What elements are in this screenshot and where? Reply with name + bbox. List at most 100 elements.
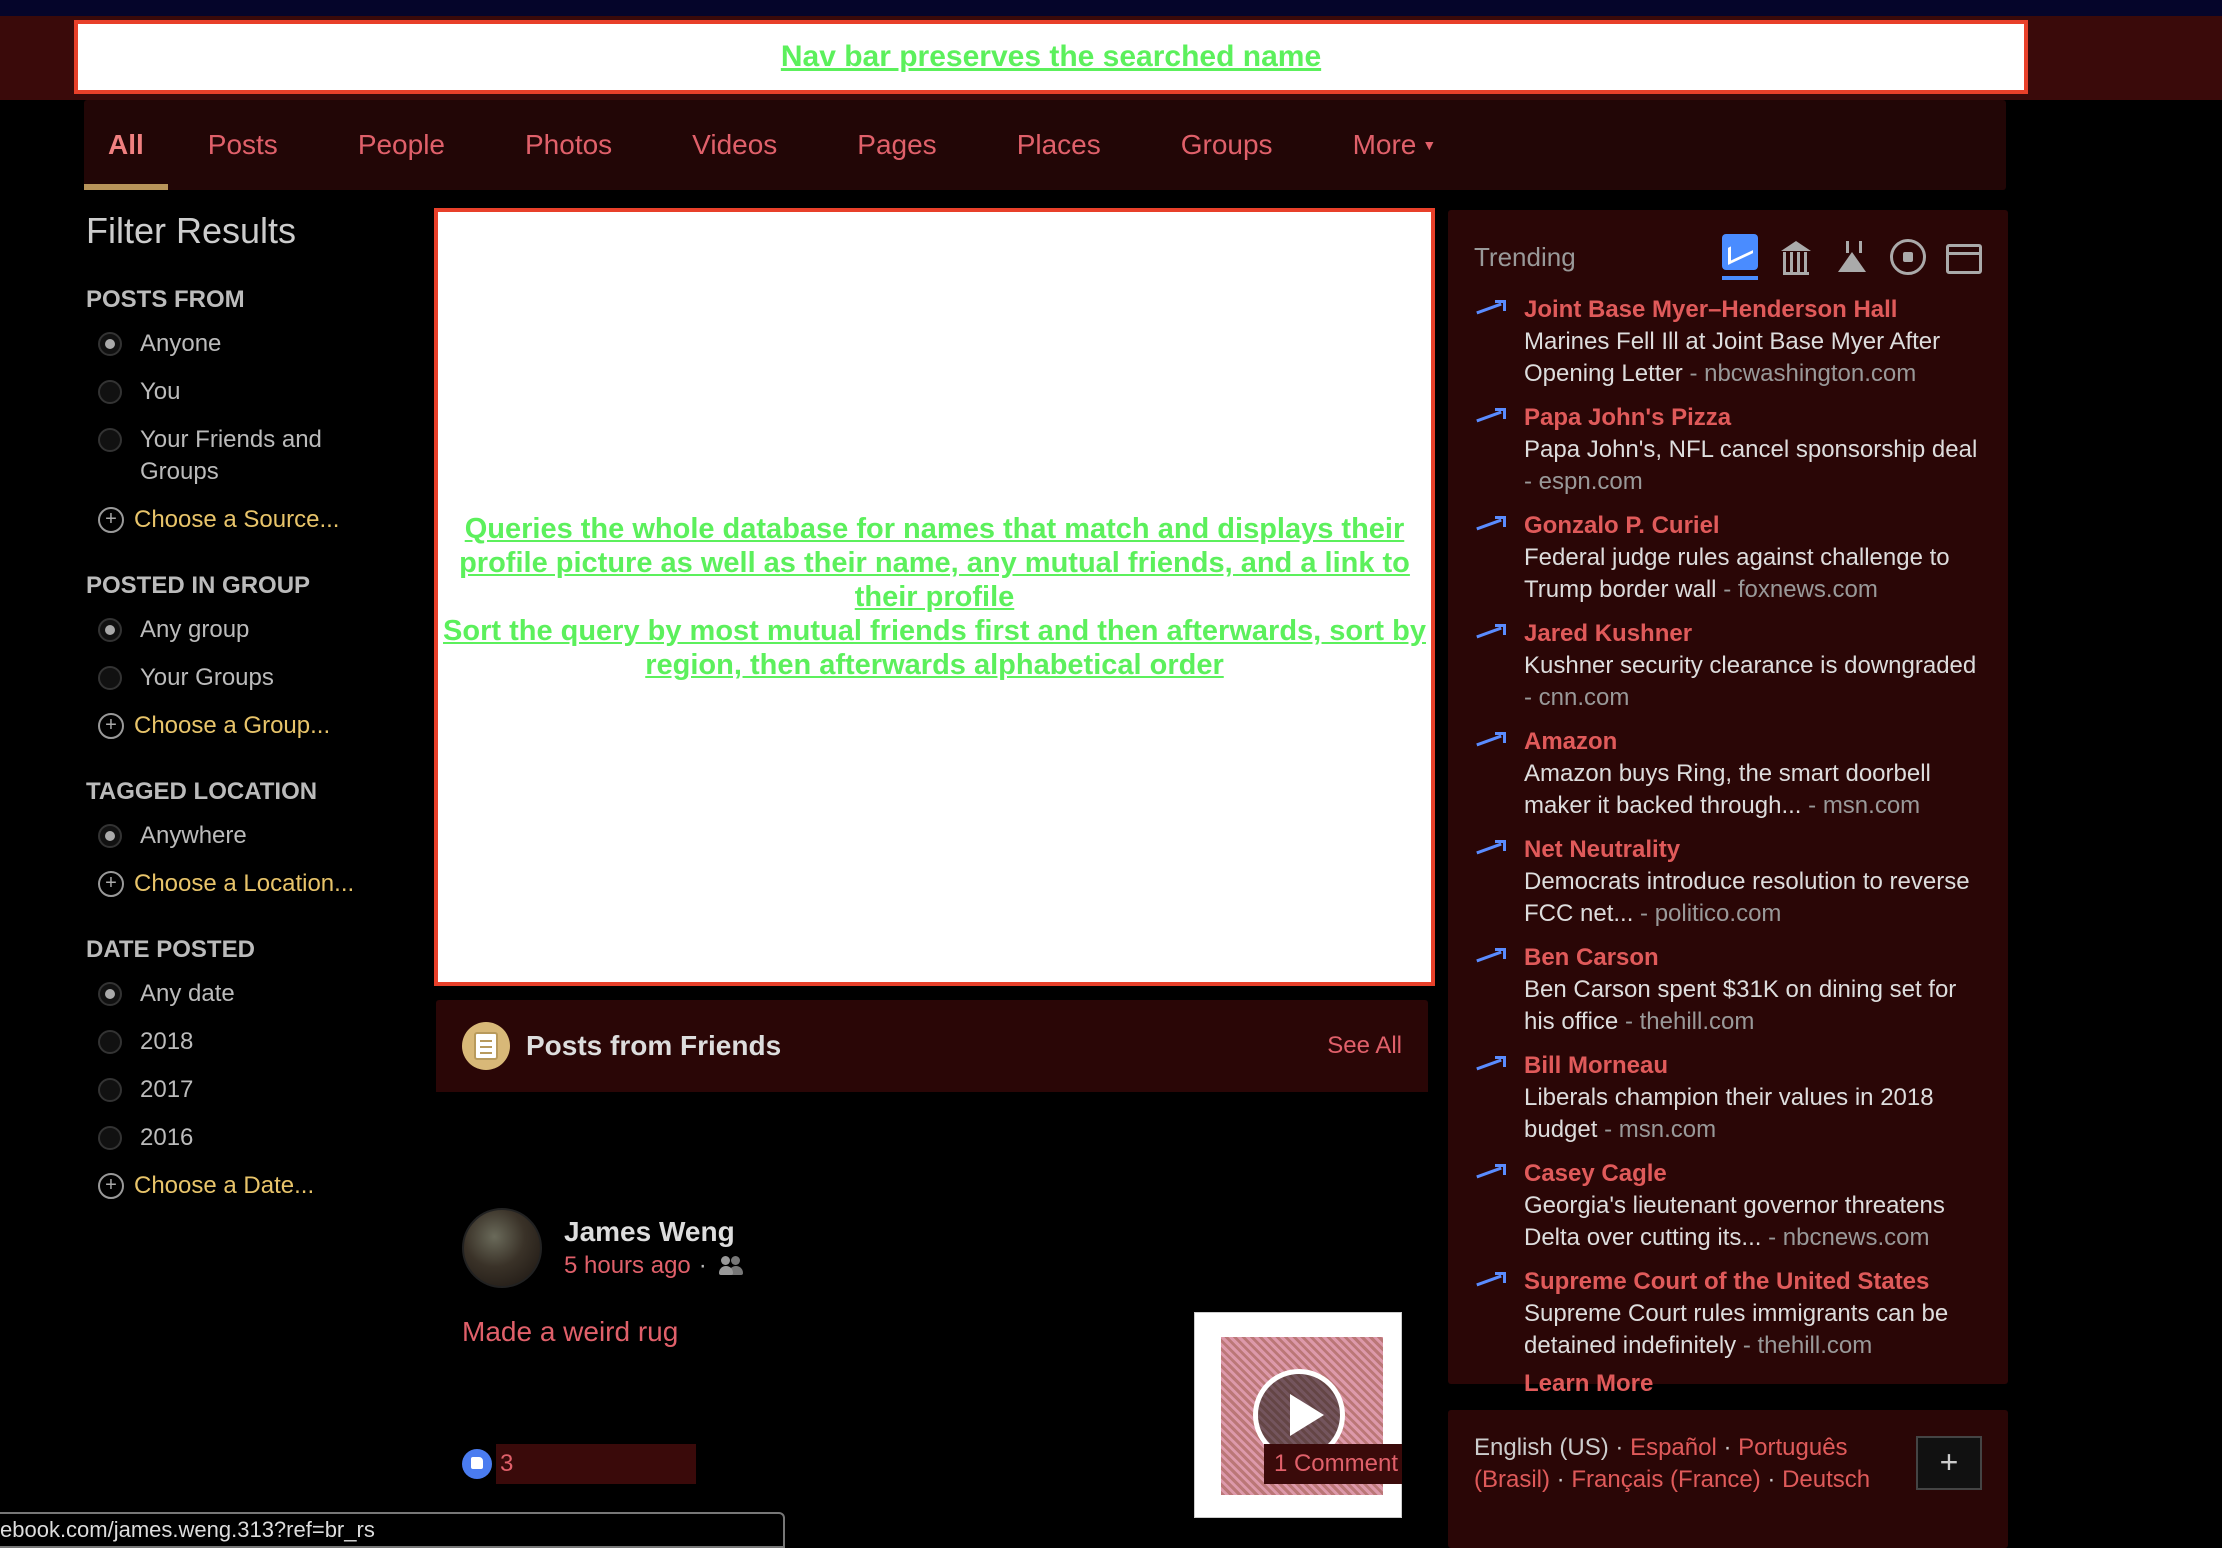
trending-item[interactable]: Joint Base Myer–Henderson Hall Marines Fe… <box>1474 294 1982 390</box>
trending-item[interactable]: Amazon Amazon buys Ring, the smart doorbe… <box>1474 726 1982 822</box>
radio-selected-icon[interactable] <box>98 618 122 642</box>
filter-option-any-date[interactable]: Any date <box>86 978 426 1010</box>
choose-group-link[interactable]: + Choose a Group... <box>86 710 426 742</box>
trending-tab[interactable] <box>1722 234 1758 280</box>
tab-label: Videos <box>692 129 778 160</box>
headline-text: Kushner security clearance is downgraded <box>1524 652 1977 679</box>
radio-selected-icon[interactable] <box>98 824 122 848</box>
trending-item[interactable]: Bill Morneau Liberals champion their valu… <box>1474 1050 1982 1146</box>
tab-people[interactable]: People <box>318 100 485 190</box>
radio-icon[interactable] <box>98 1126 122 1150</box>
trending-topic[interactable]: Net Neutrality <box>1524 834 1982 866</box>
annotation-nav-note: Nav bar preserves the searched name <box>74 20 2028 94</box>
trending-panel: Trending Joint Base Myer–Henderson Hall M… <box>1448 210 2008 1397</box>
radio-icon[interactable] <box>98 428 122 452</box>
learn-more-link[interactable]: Learn More <box>1524 1370 1982 1398</box>
radio-selected-icon[interactable] <box>98 332 122 356</box>
trending-topic[interactable]: Ben Carson <box>1524 942 1982 974</box>
trending-item[interactable]: Papa John's Pizza Papa John's, NFL cancel… <box>1474 402 1982 498</box>
language-link-de[interactable]: Deutsch <box>1782 1466 1870 1493</box>
tab-pages[interactable]: Pages <box>817 100 976 190</box>
friends-audience-icon <box>718 1256 743 1276</box>
headline-source: - cnn.com <box>1524 684 1630 711</box>
post-author[interactable]: James Weng <box>564 1216 735 1248</box>
trending-topic[interactable]: Bill Morneau <box>1524 1050 1982 1082</box>
language-link-es[interactable]: Español <box>1630 1434 1717 1461</box>
headline-source: - nbcwashington.com <box>1689 360 1917 387</box>
trending-headline: Amazon buys Ring, the smart doorbell mak… <box>1524 758 1982 822</box>
politics-icon[interactable] <box>1778 239 1814 275</box>
trending-headline: Federal judge rules against challenge to… <box>1524 542 1982 606</box>
tab-more[interactable]: More ▼ <box>1313 100 1477 190</box>
annotation-nav-text: Nav bar preserves the searched name <box>780 40 1322 73</box>
annotation-results-note: Queries the whole database for names tha… <box>434 208 1435 986</box>
filter-option-your-groups[interactable]: Your Groups <box>86 662 426 694</box>
avatar[interactable] <box>462 1208 542 1288</box>
science-icon[interactable] <box>1834 239 1870 275</box>
filter-heading: POSTS FROM <box>86 286 245 313</box>
radio-icon[interactable] <box>98 666 122 690</box>
tab-posts[interactable]: Posts <box>168 100 318 190</box>
tab-videos[interactable]: Videos <box>652 100 817 190</box>
tab-label: All <box>108 129 144 160</box>
video-thumbnail[interactable] <box>1194 1312 1402 1518</box>
tab-places[interactable]: Places <box>977 100 1141 190</box>
trending-topic[interactable]: Papa John's Pizza <box>1524 402 1982 434</box>
post-text: Made a weird rug <box>462 1316 679 1347</box>
choose-location-link[interactable]: + Choose a Location... <box>86 868 426 900</box>
option-label: Any date <box>140 980 235 1007</box>
language-link-fr[interactable]: Français (France) <box>1571 1466 1760 1493</box>
comment-count-link[interactable]: 1 Comment <box>1263 1444 1402 1484</box>
posts-document-icon <box>462 1022 510 1070</box>
filter-heading: POSTED IN GROUP <box>86 572 311 599</box>
trending-topic[interactable]: Casey Cagle <box>1524 1158 1982 1190</box>
trending-item[interactable]: Casey Cagle Georgia's lieutenant governor… <box>1474 1158 1982 1254</box>
radio-selected-icon[interactable] <box>98 982 122 1006</box>
radio-icon[interactable] <box>98 1030 122 1054</box>
filter-option-anyone[interactable]: Anyone <box>86 328 426 360</box>
filter-option-2017[interactable]: 2017 <box>86 1074 426 1106</box>
plus-circle-icon: + <box>98 871 124 897</box>
radio-icon[interactable] <box>98 380 122 404</box>
trending-item[interactable]: Jared Kushner Kushner security clearance … <box>1474 618 1982 714</box>
filter-option-anywhere[interactable]: Anywhere <box>86 820 426 852</box>
filter-option-2018[interactable]: 2018 <box>86 1026 426 1058</box>
trending-topic[interactable]: Supreme Court of the United States <box>1524 1266 1982 1298</box>
choose-date-link[interactable]: + Choose a Date... <box>86 1170 426 1202</box>
tab-photos[interactable]: Photos <box>485 100 652 190</box>
top-strip <box>0 0 2222 16</box>
headline-source: - thehill.com <box>1742 1332 1873 1359</box>
choose-label: Choose a Group... <box>134 712 331 739</box>
trending-topic[interactable]: Joint Base Myer–Henderson Hall <box>1524 294 1982 326</box>
add-language-button[interactable]: + <box>1916 1436 1982 1490</box>
trending-item[interactable]: Ben Carson Ben Carson spent $31K on dinin… <box>1474 942 1982 1038</box>
trending-topic[interactable]: Amazon <box>1524 726 1982 758</box>
trending-item[interactable]: Gonzalo P. Curiel Federal judge rules aga… <box>1474 510 1982 606</box>
trending-topic[interactable]: Gonzalo P. Curiel <box>1524 510 1982 542</box>
trending-item[interactable]: Supreme Court of the United States Suprem… <box>1474 1266 1982 1362</box>
tab-all[interactable]: All <box>84 100 168 190</box>
post-time-text: 5 hours ago <box>564 1252 691 1279</box>
trending-topic[interactable]: Jared Kushner <box>1524 618 1982 650</box>
trending-item[interactable]: Net Neutrality Democrats introduce resolu… <box>1474 834 1982 930</box>
radio-icon[interactable] <box>98 1078 122 1102</box>
filter-option-you[interactable]: You <box>86 376 426 408</box>
trending-arrow-icon <box>1474 516 1506 538</box>
entertainment-icon[interactable] <box>1946 244 1982 274</box>
tab-groups[interactable]: Groups <box>1141 100 1313 190</box>
choose-source-link[interactable]: + Choose a Source... <box>86 504 426 536</box>
filter-heading: DATE POSTED <box>86 936 255 963</box>
trending-arrow-icon <box>1474 1164 1506 1186</box>
option-label: Your Friends and Groups <box>140 426 322 485</box>
trending-headline: Papa John's, NFL cancel sponsorship deal… <box>1524 434 1982 498</box>
post-timestamp[interactable]: 5 hours ago · <box>564 1252 743 1280</box>
filter-option-friends-groups[interactable]: Your Friends and Groups <box>86 424 426 488</box>
sports-icon[interactable] <box>1890 239 1926 275</box>
see-all-link[interactable]: See All <box>1327 1032 1402 1060</box>
filter-option-any-group[interactable]: Any group <box>86 614 426 646</box>
filter-group-posts-from: POSTS FROM Anyone You Your Friends and G… <box>86 286 426 536</box>
filter-option-2016[interactable]: 2016 <box>86 1122 426 1154</box>
tab-label: Places <box>1016 129 1101 160</box>
trending-title: Trending <box>1474 241 1576 272</box>
reactions-summary[interactable]: 3 <box>462 1444 696 1484</box>
